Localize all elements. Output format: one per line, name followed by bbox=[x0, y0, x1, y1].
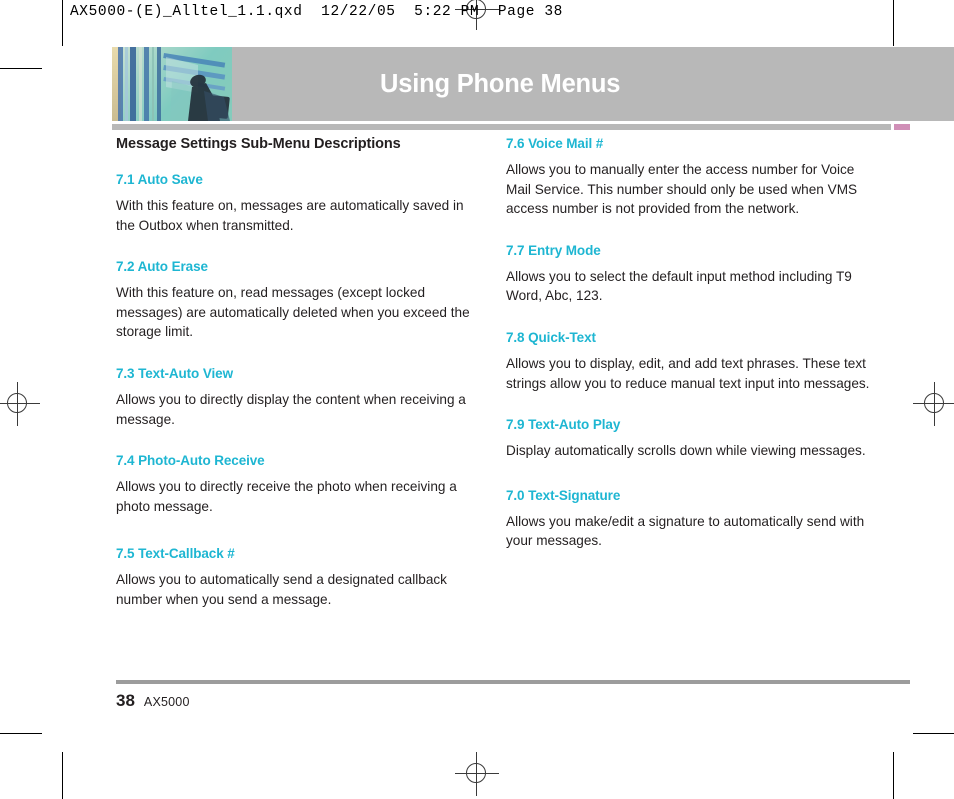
menu-entry-heading: 7.7 Entry Mode bbox=[506, 242, 601, 258]
menu-entry-body: Display automatically scrolls down while… bbox=[506, 443, 866, 459]
menu-entry-heading: 7.1 Auto Save bbox=[116, 172, 203, 187]
menu-entry-body: With this feature on, read messages (exc… bbox=[116, 285, 470, 340]
left-column: Message Settings Sub-Menu Descriptions 7… bbox=[116, 136, 482, 610]
menu-entry-heading: 7.0 Text-Signature bbox=[506, 487, 621, 503]
menu-entry: 7.0 Text-Signature Allows you make/edit … bbox=[506, 488, 872, 551]
menu-entry-heading: 7.8 Quick-Text bbox=[506, 329, 596, 345]
menu-entry-heading: 7.3 Text-Auto View bbox=[116, 365, 233, 381]
menu-entry: 7.6 Voice Mail # Allows you to manually … bbox=[506, 136, 872, 219]
right-column: 7.6 Voice Mail # Allows you to manually … bbox=[506, 136, 872, 551]
page-header: Using Phone Menus bbox=[112, 47, 954, 121]
page-footer: 38 AX5000 bbox=[116, 691, 190, 711]
page-title: Using Phone Menus bbox=[380, 70, 621, 98]
menu-entry: 7.2 Auto Erase With this feature on, rea… bbox=[116, 259, 482, 342]
menu-entry-heading: 7.5 Text-Callback # bbox=[116, 546, 235, 562]
menu-entry-body: Allows you to directly receive the photo… bbox=[116, 479, 457, 514]
menu-entry-heading: 7.2 Auto Erase bbox=[116, 259, 208, 275]
menu-entry: 7.5 Text-Callback # Allows you to automa… bbox=[116, 546, 482, 609]
menu-entry-body: Allows you make/edit a signature to auto… bbox=[506, 513, 865, 549]
menu-entry: 7.9 Text-Auto Play Display automatically… bbox=[506, 417, 872, 461]
menu-entry-body: With this feature on, messages are autom… bbox=[116, 198, 464, 233]
menu-entry-heading: 7.9 Text-Auto Play bbox=[506, 417, 621, 433]
menu-entry: 7.1 Auto Save With this feature on, mess… bbox=[116, 172, 482, 235]
menu-entry-body: Allows you to automatically send a desig… bbox=[116, 572, 447, 607]
menu-entry: 7.8 Quick-Text Allows you to display, ed… bbox=[506, 330, 872, 393]
abstract-photo-graphic bbox=[112, 47, 232, 121]
menu-entry-heading: 7.4 Photo-Auto Receive bbox=[116, 453, 265, 469]
footer-model-name: AX5000 bbox=[143, 695, 190, 709]
header-photo bbox=[112, 47, 232, 121]
menu-entry-body: Allows you to display, edit, and add tex… bbox=[506, 355, 870, 391]
menu-entry: 7.3 Text-Auto View Allows you to directl… bbox=[116, 366, 482, 429]
menu-entry-heading: 7.6 Voice Mail # bbox=[506, 136, 604, 151]
section-title: Message Settings Sub-Menu Descriptions bbox=[116, 136, 401, 152]
menu-entry-body: Allows you to select the default input m… bbox=[506, 268, 852, 304]
footer-page-number: 38 bbox=[116, 691, 135, 710]
menu-entry-body: Allows you to directly display the conte… bbox=[116, 391, 466, 427]
menu-entry: 7.7 Entry Mode Allows you to select the … bbox=[506, 243, 872, 306]
menu-entry: 7.4 Photo-Auto Receive Allows you to dir… bbox=[116, 453, 482, 516]
header-divider-rule bbox=[112, 124, 891, 130]
document-page: Using Phone Menus Message Settings Sub-M… bbox=[0, 0, 954, 799]
header-divider-tab bbox=[894, 124, 910, 130]
footer-divider-rule bbox=[116, 680, 910, 684]
menu-entry-body: Allows you to manually enter the access … bbox=[506, 162, 858, 217]
